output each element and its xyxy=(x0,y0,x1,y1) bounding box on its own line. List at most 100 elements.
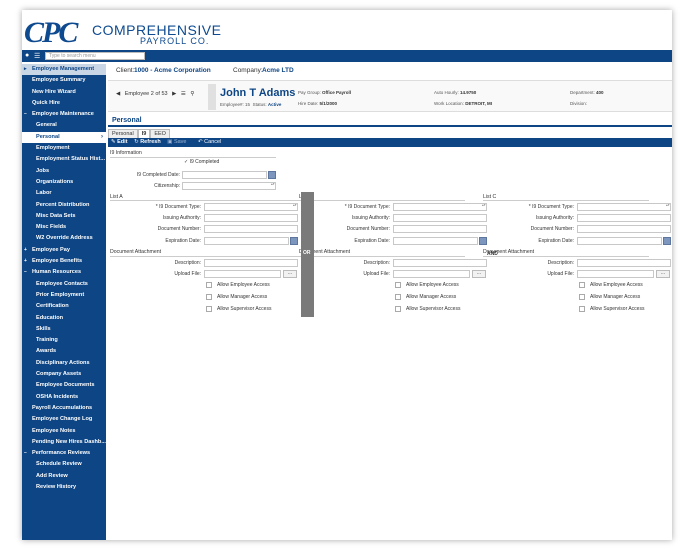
sidebar-item-label: Company Assets xyxy=(36,371,82,378)
next-employee-icon[interactable]: ▶ xyxy=(172,91,176,97)
document-type-select[interactable] xyxy=(577,203,671,211)
sidebar-item-w2-override-address[interactable]: W2 Override Address xyxy=(22,233,106,244)
sidebar-item-label: Training xyxy=(36,337,58,344)
sidebar-item-training[interactable]: Training xyxy=(22,335,106,346)
sidebar-item-misc-data-sets[interactable]: Misc Data Sets xyxy=(22,211,106,222)
sidebar-item-payroll-accumulations[interactable]: Payroll Accumulations xyxy=(22,403,106,414)
upload-file-field[interactable] xyxy=(393,270,470,278)
client-link[interactable]: 1000 - Acme Corporation xyxy=(134,67,211,74)
document-number-field[interactable] xyxy=(393,225,487,233)
allow-manager-access-checkbox[interactable] xyxy=(206,294,212,300)
menu-toggle-icon[interactable]: ☰ xyxy=(34,52,40,60)
calendar-icon[interactable] xyxy=(663,237,671,245)
issuing-authority-field[interactable] xyxy=(204,214,298,222)
sidebar-item-organizations[interactable]: Organizations xyxy=(22,177,106,188)
sidebar-item-employment-status-hist[interactable]: Employment Status Hist... xyxy=(22,154,106,165)
document-type-select[interactable] xyxy=(204,203,298,211)
tab-i9[interactable]: I9 xyxy=(137,129,151,138)
sidebar-item-skills[interactable]: Skills xyxy=(22,324,106,335)
expand-toggle-icon[interactable]: − xyxy=(24,109,27,120)
document-type-select[interactable] xyxy=(393,203,487,211)
sidebar-item-company-assets[interactable]: Company Assets xyxy=(22,369,106,380)
calendar-icon[interactable] xyxy=(268,171,276,179)
calendar-icon[interactable] xyxy=(479,237,487,245)
sidebar-item-labor[interactable]: Labor xyxy=(22,188,106,199)
sidebar-item-certification[interactable]: Certification xyxy=(22,301,106,312)
allow-supervisor-access-checkbox[interactable] xyxy=(395,306,401,312)
sidebar-item-general[interactable]: General xyxy=(22,120,106,131)
sidebar-item-awards[interactable]: Awards xyxy=(22,346,106,357)
sidebar-item-review-history[interactable]: Review History xyxy=(22,482,106,493)
sidebar-item-employee-change-log[interactable]: Employee Change Log xyxy=(22,414,106,425)
description-field[interactable] xyxy=(577,259,671,267)
sidebar-item-personal[interactable]: Personal › xyxy=(22,131,106,144)
sidebar-item-employee-contacts[interactable]: Employee Contacts xyxy=(22,279,106,290)
cancel-button[interactable]: ↶ Cancel xyxy=(198,139,226,145)
expiration-date-field[interactable] xyxy=(393,237,478,245)
list-icon[interactable]: ☰ xyxy=(181,91,186,97)
menu-search-input[interactable]: Type to search menu xyxy=(45,52,145,60)
sidebar-item-employee-maintenance[interactable]: − Employee Maintenance xyxy=(22,109,106,120)
sidebar-item-disciplinary-actions[interactable]: Disciplinary Actions xyxy=(22,358,106,369)
i9-completed-date-field[interactable] xyxy=(182,171,267,179)
sidebar-item-employee-benefits[interactable]: + Employee Benefits xyxy=(22,256,106,267)
allow-manager-access-checkbox[interactable] xyxy=(395,294,401,300)
issuing-authority-field[interactable] xyxy=(393,214,487,222)
upload-file-field[interactable] xyxy=(204,270,281,278)
allow-employee-access-checkbox[interactable] xyxy=(206,282,212,288)
search-employee-icon[interactable]: ⚲ xyxy=(190,91,194,97)
sidebar-item-employee-summary[interactable]: Employee Summary xyxy=(22,75,106,86)
sidebar-item-education[interactable]: Education xyxy=(22,313,106,324)
sidebar-nav: ▸ Employee Management Employee Summary New … xyxy=(22,64,106,540)
sidebar-item-performance-reviews[interactable]: − Performance Reviews xyxy=(22,448,106,459)
sidebar-item-jobs[interactable]: Jobs xyxy=(22,166,106,177)
sidebar-item-employee-pay[interactable]: + Employee Pay xyxy=(22,245,106,256)
browse-file-button[interactable]: ... xyxy=(472,270,486,278)
allow-employee-access-checkbox[interactable] xyxy=(579,282,585,288)
browse-file-button[interactable]: ... xyxy=(656,270,670,278)
sidebar-item-percent-distribution[interactable]: Percent Distribution xyxy=(22,200,106,211)
description-field[interactable] xyxy=(393,259,487,267)
allow-employee-access-checkbox[interactable] xyxy=(395,282,401,288)
expand-toggle-icon[interactable]: + xyxy=(24,245,27,256)
refresh-button[interactable]: ↻ Refresh xyxy=(134,139,161,145)
calendar-icon[interactable] xyxy=(290,237,298,245)
description-field[interactable] xyxy=(204,259,298,267)
browse-file-button[interactable]: ... xyxy=(283,270,297,278)
sidebar-item-misc-fields[interactable]: Misc Fields xyxy=(22,222,106,233)
sidebar-item-prior-employment[interactable]: Prior Employment xyxy=(22,290,106,301)
expand-toggle-icon[interactable]: ▸ xyxy=(24,64,27,75)
document-number-field[interactable] xyxy=(204,225,298,233)
citizenship-select[interactable] xyxy=(182,182,276,190)
save-button[interactable]: ▣ Save xyxy=(167,139,191,145)
tab-personal[interactable]: Personal xyxy=(108,129,138,138)
tab-eeo[interactable]: EEO xyxy=(150,129,170,138)
company-link[interactable]: Acme LTD xyxy=(262,67,294,74)
document-number-field[interactable] xyxy=(577,225,671,233)
allow-manager-access-checkbox[interactable] xyxy=(579,294,585,300)
sidebar-item-new-hire-wizard[interactable]: New Hire Wizard xyxy=(22,87,106,98)
prev-employee-icon[interactable]: ◀ xyxy=(116,91,120,97)
sidebar-item-employment[interactable]: Employment xyxy=(22,143,106,154)
expand-toggle-icon[interactable]: − xyxy=(24,448,27,459)
edit-button[interactable]: ✎ Edit xyxy=(111,139,128,145)
sidebar-item-schedule-review[interactable]: Schedule Review xyxy=(22,459,106,470)
expiration-date-field[interactable] xyxy=(577,237,662,245)
expand-toggle-icon[interactable]: − xyxy=(24,267,27,278)
expiration-date-field[interactable] xyxy=(204,237,289,245)
sidebar-item-pending-new-hires-dashb[interactable]: Pending New Hires Dashb... xyxy=(22,437,106,448)
expand-toggle-icon[interactable]: + xyxy=(24,256,27,267)
sidebar-item-human-resources[interactable]: − Human Resources xyxy=(22,267,106,278)
allow-supervisor-access-checkbox[interactable] xyxy=(579,306,585,312)
sidebar-item-osha-incidents[interactable]: OSHA Incidents xyxy=(22,392,106,403)
user-icon[interactable]: ● xyxy=(25,52,29,59)
issuing-authority-field[interactable] xyxy=(577,214,671,222)
upload-file-field[interactable] xyxy=(577,270,654,278)
sidebar-item-employee-notes[interactable]: Employee Notes xyxy=(22,426,106,437)
i9-completed-checkbox[interactable]: ✓ I9 Completed xyxy=(184,159,219,165)
sidebar-item-employee-documents[interactable]: Employee Documents xyxy=(22,380,106,391)
sidebar-item-employee-management[interactable]: ▸ Employee Management xyxy=(22,64,106,76)
allow-supervisor-access-checkbox[interactable] xyxy=(206,306,212,312)
sidebar-item-quick-hire[interactable]: Quick Hire xyxy=(22,98,106,109)
sidebar-item-add-review[interactable]: Add Review xyxy=(22,471,106,482)
